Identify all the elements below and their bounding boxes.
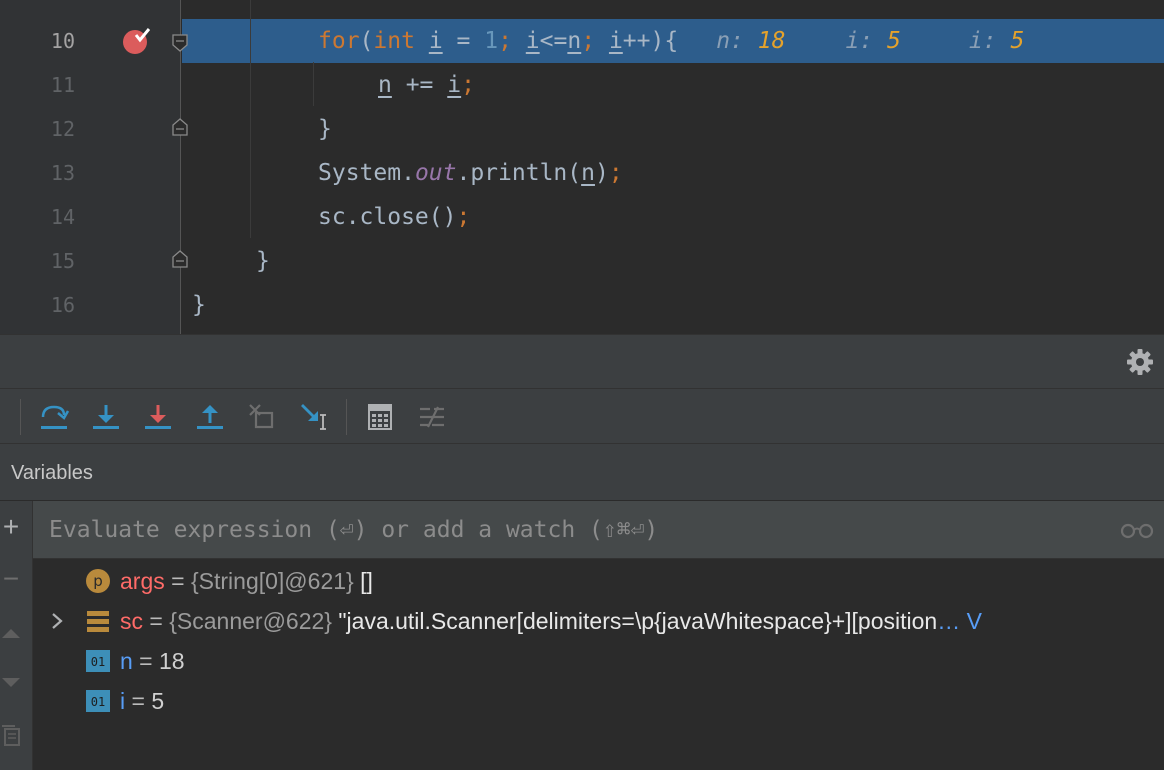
code-editor[interactable]: for(int i = 1; i<=n; i++){n: 18 i: 5 i: 5 … — [0, 0, 1164, 334]
code-line-15[interactable]: } — [182, 239, 1164, 283]
variable-type: {Scanner@622} — [169, 608, 332, 634]
code-line-16[interactable]: } — [182, 283, 1164, 327]
keyword-for: for — [318, 28, 360, 54]
line-number[interactable]: 15 — [35, 239, 75, 283]
line-number[interactable]: 11 — [35, 63, 75, 107]
variables-header: Variables — [0, 444, 1164, 501]
copy-icon[interactable] — [0, 724, 22, 746]
line-number[interactable]: 12 — [35, 107, 75, 151]
variables-view: p args = {String[0]@621} [] sc = {Scanne… — [33, 501, 1164, 770]
variable-i: i — [608, 28, 623, 54]
parameter-icon: p — [86, 569, 110, 593]
variable-row[interactable]: sc = {Scanner@622} "java.util.Scanner[de… — [33, 601, 1164, 641]
move-down-icon[interactable] — [0, 672, 22, 694]
variable-name: n — [120, 648, 133, 674]
variable-text: sc = {Scanner@622} "java.util.Scanner[de… — [120, 608, 982, 634]
variable-type: {String[0]@621} — [190, 568, 354, 594]
variables-title: Variables — [11, 462, 93, 484]
indent-guide — [250, 0, 251, 238]
move-up-icon[interactable] — [0, 622, 22, 644]
field-icon — [87, 611, 109, 632]
view-more-link[interactable]: … V — [937, 608, 982, 634]
glasses-icon[interactable] — [1120, 521, 1154, 539]
number-literal: 1 — [484, 28, 499, 54]
variable-value: [] — [353, 568, 373, 594]
variable-i: i — [525, 28, 540, 54]
variable-value: 18 — [159, 648, 185, 674]
debug-panel-header — [0, 334, 1164, 388]
variable-i: i — [428, 28, 443, 54]
svg-text:01: 01 — [91, 695, 105, 709]
variable-name: sc — [120, 608, 143, 634]
run-to-cursor-icon[interactable] — [298, 401, 330, 433]
line-number[interactable]: 14 — [35, 195, 75, 239]
fold-start-icon[interactable] — [172, 34, 188, 52]
breakpoint-hit-icon[interactable] — [122, 27, 150, 55]
variable-row[interactable]: 01 i = 5 — [33, 681, 1164, 721]
evaluate-expression-icon[interactable] — [364, 401, 396, 433]
add-watch-button[interactable]: + — [0, 513, 22, 541]
variable-text: i = 5 — [120, 688, 165, 714]
toolbar-separator — [346, 399, 347, 435]
variable-value: "java.util.Scanner[delimiters=\p{javaWhi… — [331, 608, 938, 634]
variable-text: args = {String[0]@621} [] — [120, 568, 373, 594]
variable-i: i — [447, 72, 462, 98]
debugger-toolbar — [0, 388, 1164, 444]
variable-n: n — [567, 28, 582, 54]
code-line-11[interactable]: n += i; — [182, 63, 1164, 107]
variable-row[interactable]: p args = {String[0]@621} [] — [33, 561, 1164, 601]
variable-row[interactable]: 01 n = 18 — [33, 641, 1164, 681]
drop-frame-icon[interactable] — [246, 401, 278, 433]
inline-value-hint: i: 5 — [968, 28, 1025, 54]
force-step-into-icon[interactable] — [142, 401, 174, 433]
svg-text:01: 01 — [91, 655, 105, 669]
variable-name: args — [120, 568, 165, 594]
code-line-13[interactable]: System.out.println(n); — [182, 151, 1164, 195]
remove-watch-button[interactable]: − — [0, 565, 22, 593]
code-line-14[interactable]: sc.close(); — [182, 195, 1164, 239]
fold-end-icon[interactable] — [172, 118, 188, 136]
variable-value: 5 — [151, 688, 165, 714]
line-number[interactable]: 13 — [35, 151, 75, 195]
static-field-out: out — [414, 160, 457, 186]
indent-guide — [313, 62, 314, 106]
toolbar-separator — [20, 399, 21, 435]
svg-text:p: p — [93, 572, 103, 590]
step-out-icon[interactable] — [194, 401, 226, 433]
step-over-icon[interactable] — [38, 401, 70, 433]
code-line-12[interactable]: } — [182, 107, 1164, 151]
gutter-margin — [0, 0, 35, 334]
variable-n: n — [581, 160, 595, 186]
inline-value-hint: i: 5 — [845, 28, 901, 54]
step-into-icon[interactable] — [90, 401, 122, 433]
line-number[interactable]: 10 — [35, 19, 75, 63]
primitive-icon: 01 — [86, 650, 110, 672]
trace-stream-icon[interactable] — [416, 401, 448, 433]
watch-bar — [33, 501, 1164, 559]
variable-n: n — [378, 72, 392, 98]
evaluate-expression-input[interactable] — [49, 513, 1109, 547]
keyword-int: int — [373, 28, 415, 54]
line-number[interactable]: 16 — [35, 283, 75, 327]
primitive-icon: 01 — [86, 690, 110, 712]
variable-text: n = 18 — [120, 648, 185, 674]
fold-end-icon[interactable] — [172, 250, 188, 268]
inline-value-hint: n: 18 — [716, 28, 786, 54]
gear-icon[interactable] — [1126, 348, 1154, 376]
chevron-right-icon[interactable] — [49, 611, 65, 631]
variables-side-toolbar: + − — [0, 501, 33, 770]
execution-line[interactable]: for(int i = 1; i<=n; i++){n: 18 i: 5 i: 5 — [182, 19, 1164, 63]
